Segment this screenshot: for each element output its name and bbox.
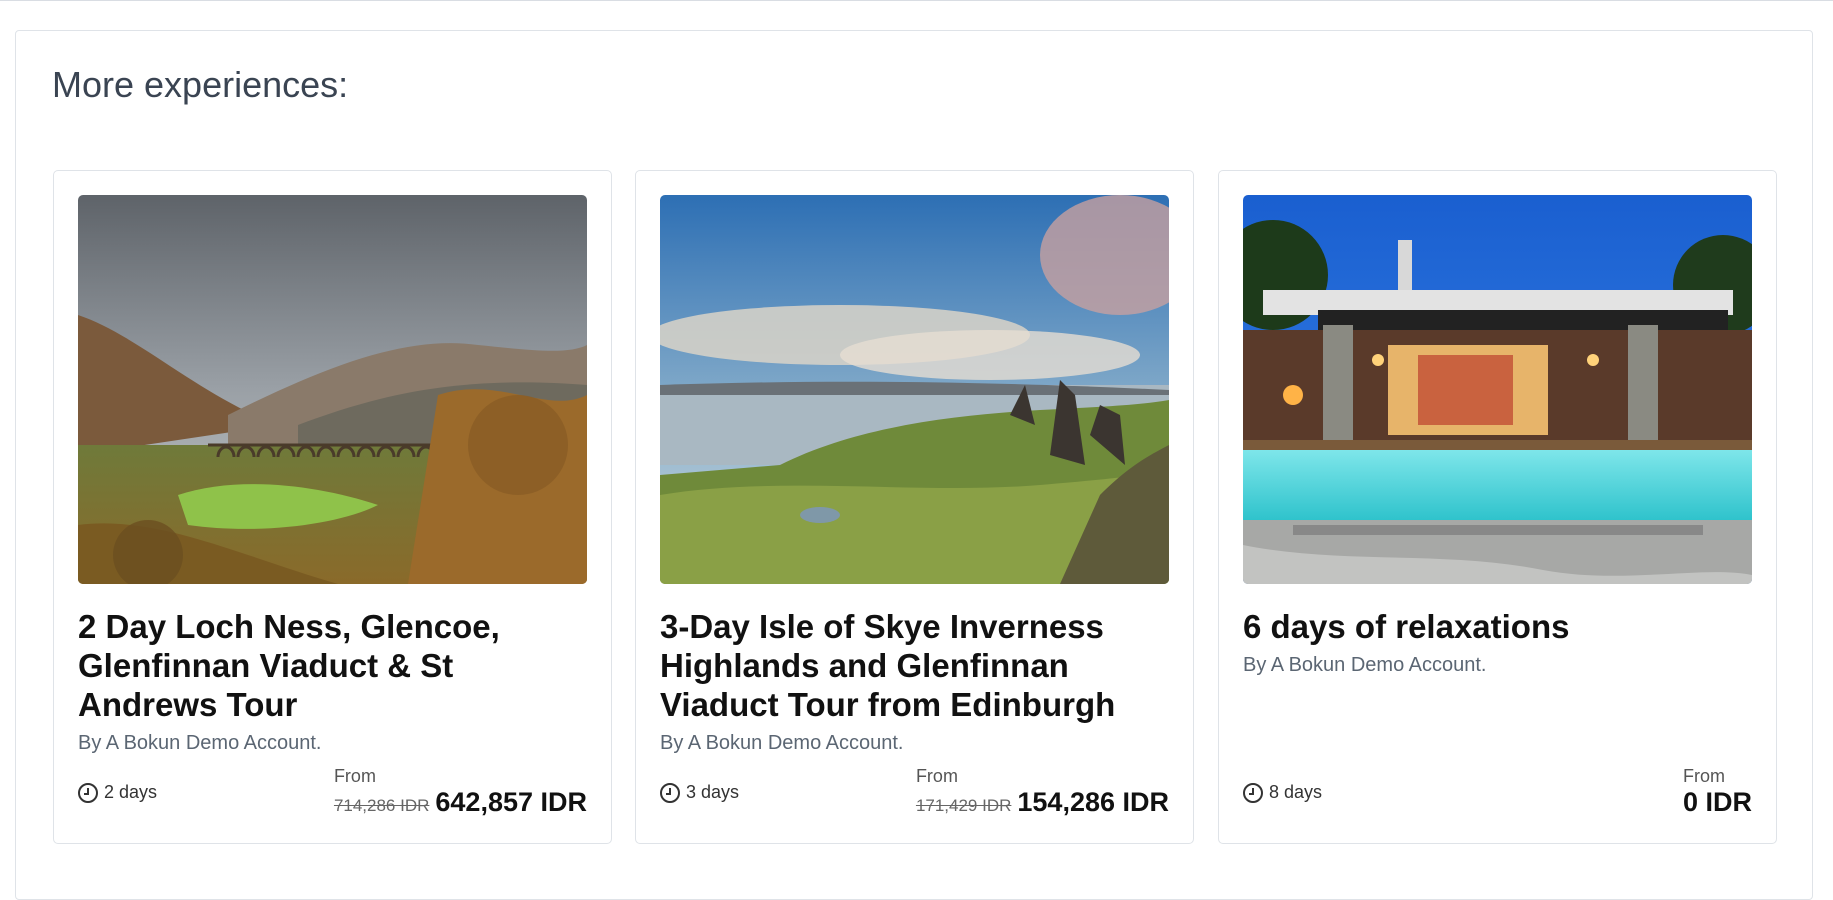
supplier-name: By A Bokun Demo Account. — [1243, 654, 1487, 676]
current-price: 0 IDR — [1682, 787, 1752, 817]
original-price: 714,286 IDR — [333, 796, 430, 815]
duration-label: 8 days — [1269, 782, 1323, 802]
experience-card-1[interactable]: 2 Day Loch Ness, Glencoe, Glenfinnan Via… — [53, 170, 612, 844]
experience-card-3[interactable]: 6 days of relaxations By A Bokun Demo Ac… — [1218, 170, 1777, 844]
section-title: More experiences: — [52, 64, 349, 105]
clock-icon — [78, 782, 98, 803]
price-block: From 171,429 IDR 154,286 IDR — [916, 765, 1169, 818]
price-from-label: From — [333, 766, 376, 786]
experience-title[interactable]: 3-Day Isle of Skye Inverness Highlands a… — [660, 607, 1170, 724]
supplier-name: By A Bokun Demo Account. — [78, 732, 322, 754]
experience-title[interactable]: 6 days of relaxations — [1243, 607, 1753, 646]
price-block: From 0 IDR — [1683, 765, 1752, 818]
clock-icon — [660, 782, 680, 803]
experience-photo-skye — [660, 195, 1169, 584]
experience-card-2[interactable]: 3-Day Isle of Skye Inverness Highlands a… — [635, 170, 1194, 844]
duration-label: 3 days — [686, 782, 740, 802]
clock-icon — [1243, 782, 1263, 803]
experience-photo-glenfinnan — [78, 195, 587, 584]
experience-photo[interactable] — [1243, 195, 1752, 584]
original-price: 171,429 IDR — [915, 796, 1012, 815]
duration: 3 days — [660, 782, 739, 803]
price-from-label: From — [1682, 766, 1725, 786]
current-price: 642,857 IDR — [435, 787, 587, 817]
duration-label: 2 days — [104, 782, 158, 802]
duration: 8 days — [1243, 782, 1322, 803]
experience-photo[interactable] — [78, 195, 587, 584]
price-from-label: From — [915, 766, 958, 786]
experience-photo[interactable] — [660, 195, 1169, 584]
supplier-name: By A Bokun Demo Account. — [660, 732, 904, 754]
duration: 2 days — [78, 782, 157, 803]
experience-photo-villa — [1243, 195, 1752, 584]
experience-title[interactable]: 2 Day Loch Ness, Glencoe, Glenfinnan Via… — [78, 607, 588, 724]
current-price: 154,286 IDR — [1017, 787, 1169, 817]
top-divider — [0, 0, 1833, 1]
price-block: From 714,286 IDR 642,857 IDR — [334, 765, 587, 818]
